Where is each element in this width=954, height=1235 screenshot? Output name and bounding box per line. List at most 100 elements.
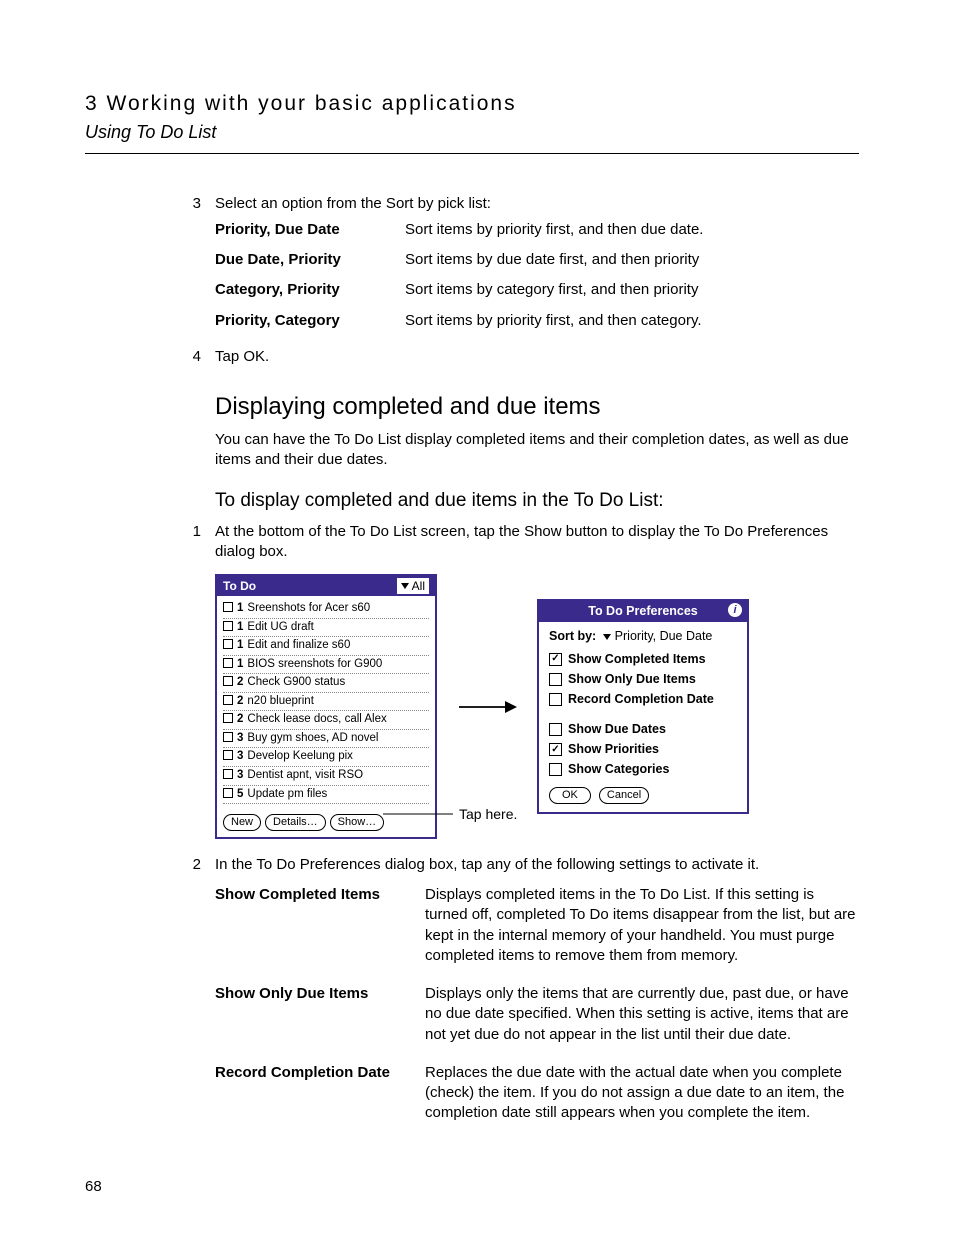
prefs-checkbox-row[interactable]: Show Categories	[549, 761, 737, 778]
option-desc: Sort items by category first, and then p…	[405, 280, 859, 300]
step-text: At the bottom of the To Do List screen, …	[215, 522, 859, 563]
todo-item[interactable]: 1BIOS sreenshots for G900	[223, 656, 429, 675]
checkbox-icon[interactable]	[223, 639, 233, 649]
setting-desc: Displays only the items that are current…	[425, 984, 859, 1045]
chapter-heading: 3 Working with your basic applications	[85, 90, 859, 118]
todo-text: Update pm files	[247, 787, 327, 803]
option-term: Category, Priority	[215, 280, 405, 300]
setting-desc: Displays completed items in the To Do Li…	[425, 885, 859, 966]
details-button[interactable]: Details…	[265, 814, 326, 831]
checkbox-icon[interactable]	[223, 676, 233, 686]
sort-option: Due Date, Priority Sort items by due dat…	[215, 250, 859, 270]
prefs-checkbox-row[interactable]: Record Completion Date	[549, 691, 737, 708]
section-heading: Using To Do List	[85, 120, 859, 144]
checkbox-icon[interactable]: ✓	[549, 653, 562, 666]
priority-label: 2	[237, 694, 243, 710]
checkbox-icon[interactable]	[223, 621, 233, 631]
option-desc: Sort items by priority first, and then d…	[405, 220, 859, 240]
checkbox-icon[interactable]	[549, 673, 562, 686]
prefs-check-label: Show Priorities	[568, 741, 659, 758]
prefs-checkbox-row[interactable]: Show Only Due Items	[549, 671, 737, 688]
chevron-down-icon	[401, 583, 409, 589]
todo-item[interactable]: 5Update pm files	[223, 786, 429, 805]
sort-by-picker[interactable]: Sort by: Priority, Due Date	[549, 628, 737, 645]
tap-here-label: Tap here.	[459, 805, 517, 824]
prefs-check-label: Record Completion Date	[568, 691, 714, 708]
setting-row: Show Completed Items Displays completed …	[215, 885, 859, 966]
todo-text: BIOS sreenshots for G900	[247, 657, 382, 673]
todo-text: Check G900 status	[247, 675, 345, 691]
step-number: 1	[167, 522, 215, 563]
todo-screen: To Do All 1Sreenshots for Acer s601Edit …	[215, 574, 437, 839]
setting-term: Record Completion Date	[215, 1063, 425, 1124]
priority-label: 1	[237, 620, 243, 636]
priority-label: 1	[237, 657, 243, 673]
priority-label: 3	[237, 731, 243, 747]
todo-item[interactable]: 3Develop Keelung pix	[223, 748, 429, 767]
todo-item[interactable]: 3Buy gym shoes, AD novel	[223, 730, 429, 749]
category-label: All	[412, 578, 425, 594]
todo-item[interactable]: 2n20 blueprint	[223, 693, 429, 712]
todo-item[interactable]: 1Edit UG draft	[223, 619, 429, 638]
setting-row: Show Only Due Items Displays only the it…	[215, 984, 859, 1045]
checkbox-icon[interactable]	[549, 693, 562, 706]
todo-item[interactable]: 2Check G900 status	[223, 674, 429, 693]
checkbox-icon[interactable]	[223, 602, 233, 612]
checkbox-icon[interactable]	[223, 732, 233, 742]
new-button[interactable]: New	[223, 814, 261, 831]
todo-title: To Do	[223, 578, 256, 594]
sort-option: Priority, Category Sort items by priorit…	[215, 311, 859, 331]
todo-item[interactable]: 1Edit and finalize s60	[223, 637, 429, 656]
step-text: Tap OK.	[215, 347, 859, 367]
checkbox-icon[interactable]	[549, 723, 562, 736]
procedure-heading: To display completed and due items in th…	[215, 488, 859, 514]
sort-by-label: Sort by:	[549, 629, 596, 643]
setting-row: Record Completion Date Replaces the due …	[215, 1063, 859, 1124]
todo-list: 1Sreenshots for Acer s601Edit UG draft1E…	[217, 596, 435, 810]
checkbox-icon[interactable]	[549, 763, 562, 776]
priority-label: 2	[237, 712, 243, 728]
checkbox-icon[interactable]	[223, 713, 233, 723]
priority-label: 5	[237, 787, 243, 803]
checkbox-icon[interactable]	[223, 769, 233, 779]
todo-text: Develop Keelung pix	[247, 749, 353, 765]
todo-text: Check lease docs, call Alex	[247, 712, 386, 728]
checkbox-icon[interactable]	[223, 788, 233, 798]
priority-label: 3	[237, 768, 243, 784]
setting-term: Show Only Due Items	[215, 984, 425, 1045]
prefs-screen: To Do Preferences i Sort by: Priority, D…	[537, 599, 749, 814]
prefs-checkbox-row[interactable]: ✓ Show Priorities	[549, 741, 737, 758]
option-term: Priority, Category	[215, 311, 405, 331]
step-4: 4 Tap OK.	[215, 347, 859, 367]
callout-line	[383, 807, 459, 821]
prefs-check-label: Show Only Due Items	[568, 671, 696, 688]
todo-item[interactable]: 2Check lease docs, call Alex	[223, 711, 429, 730]
step-number: 4	[167, 347, 215, 367]
subheading: Displaying completed and due items	[215, 391, 859, 423]
checkbox-icon[interactable]	[223, 695, 233, 705]
sort-option: Priority, Due Date Sort items by priorit…	[215, 220, 859, 240]
priority-label: 2	[237, 675, 243, 691]
ok-button[interactable]: OK	[549, 787, 591, 804]
step-number: 2	[167, 855, 215, 1142]
todo-text: n20 blueprint	[247, 694, 314, 710]
priority-label: 1	[237, 601, 243, 617]
option-term: Due Date, Priority	[215, 250, 405, 270]
todo-item[interactable]: 3Dentist apnt, visit RSO	[223, 767, 429, 786]
prefs-title: To Do Preferences	[588, 604, 698, 618]
todo-text: Sreenshots for Acer s60	[247, 601, 370, 617]
checkbox-icon[interactable]: ✓	[549, 743, 562, 756]
cancel-button[interactable]: Cancel	[599, 787, 649, 804]
checkbox-icon[interactable]	[223, 750, 233, 760]
prefs-checkbox-row[interactable]: ✓ Show Completed Items	[549, 651, 737, 668]
info-icon[interactable]: i	[728, 603, 742, 617]
prefs-checkbox-row[interactable]: Show Due Dates	[549, 721, 737, 738]
step-intro: In the To Do Preferences dialog box, tap…	[215, 855, 859, 875]
setting-desc: Replaces the due date with the actual da…	[425, 1063, 859, 1124]
category-picker[interactable]: All	[397, 578, 429, 594]
prefs-check-label: Show Completed Items	[568, 651, 706, 668]
checkbox-icon[interactable]	[223, 658, 233, 668]
show-button[interactable]: Show…	[330, 814, 385, 831]
todo-item[interactable]: 1Sreenshots for Acer s60	[223, 600, 429, 619]
proc-step-2: 2 In the To Do Preferences dialog box, t…	[215, 855, 859, 1142]
